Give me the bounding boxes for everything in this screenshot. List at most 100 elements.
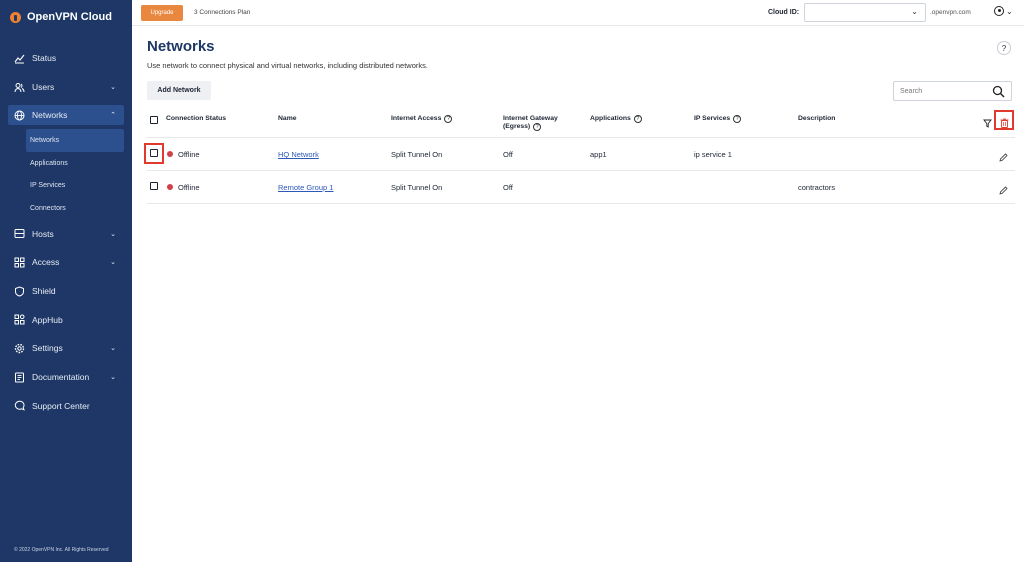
sidebar-item-label: Shield [32, 286, 56, 297]
cloud-id-label: Cloud ID: [768, 9, 800, 16]
status-text: Offline [178, 150, 200, 159]
brand-name: OpenVPN Cloud [27, 11, 112, 23]
sidebar-item-settings[interactable]: Settings ⌄ [0, 334, 132, 363]
shield-icon [14, 286, 25, 297]
chevron-down-icon: ⌄ [911, 7, 918, 16]
header-applications[interactable]: Applications? [590, 115, 642, 123]
sidebar-item-shield[interactable]: Shield [0, 277, 132, 306]
header-connection-status[interactable]: Connection Status [166, 115, 226, 123]
sidebar-item-networks[interactable]: Networks ⌃ [8, 105, 124, 126]
sidebar-item-label: Status [32, 53, 57, 64]
user-menu[interactable]: ⌄ [994, 6, 1013, 16]
sidebar-subitem-label: Applications [30, 159, 68, 167]
header-internet-access[interactable]: Internet Access? [391, 115, 453, 123]
header-description[interactable]: Description [798, 115, 835, 123]
add-network-button[interactable]: Add Network [147, 81, 211, 100]
network-name-link[interactable]: Remote Group 1 [278, 183, 333, 192]
sidebar-subitem-label: Networks [30, 137, 60, 145]
chevron-down-icon: ⌄ [110, 230, 116, 238]
search-placeholder: Search [900, 88, 923, 95]
sidebar-item-users[interactable]: Users ⌄ [0, 73, 132, 102]
grid-icon [14, 257, 25, 268]
sidebar-item-label: Documentation [32, 372, 90, 383]
sidebar-nav: Status Users ⌄ Networks ⌃ Networks Appli… [0, 44, 132, 420]
header-label: Internet Access [391, 115, 442, 122]
sidebar-subitem-label: Connectors [30, 204, 66, 212]
chevron-down-icon: ⌄ [110, 374, 116, 382]
sidebar-item-label: Support Center [32, 400, 90, 411]
delete-button-highlight[interactable] [994, 110, 1014, 130]
select-all-checkbox[interactable] [150, 116, 158, 124]
sidebar-item-label: Networks [32, 110, 68, 121]
header-name[interactable]: Name [278, 115, 297, 123]
gear-icon [14, 343, 25, 354]
sidebar-item-label: Settings [32, 343, 63, 354]
applications-value: app1 [590, 150, 607, 159]
sidebar-item-documentation[interactable]: Documentation ⌄ [0, 363, 132, 392]
upgrade-button[interactable]: Upgrade [141, 4, 183, 21]
globe-icon [14, 110, 25, 121]
search-icon[interactable] [992, 85, 1005, 103]
status-offline-dot [167, 184, 173, 190]
chevron-down-icon: ⌄ [110, 345, 116, 353]
sidebar-item-support-center[interactable]: Support Center [0, 392, 132, 421]
sidebar-subitem-applications[interactable]: Applications [0, 152, 132, 175]
help-icon[interactable]: ? [633, 115, 642, 123]
description-value: contractors [798, 183, 836, 192]
internet-access-value: Split Tunnel On [391, 150, 443, 159]
sidebar-subitem-networks[interactable]: Networks [26, 129, 124, 152]
sidebar-subitem-label: IP Services [30, 182, 66, 190]
table-row[interactable]: Offline HQ Network Split Tunnel On Off a… [144, 138, 1015, 171]
sidebar-item-apphub[interactable]: AppHub [0, 305, 132, 334]
filter-icon[interactable] [983, 115, 992, 133]
status-offline-dot [167, 151, 173, 157]
help-icon[interactable]: ? [733, 115, 742, 123]
sidebar-item-access[interactable]: Access ⌄ [0, 248, 132, 277]
apphub-icon [14, 314, 25, 325]
header-internet-gateway[interactable]: Internet Gateway (Egress)? [503, 115, 558, 131]
sidebar-item-status[interactable]: Status [0, 44, 132, 73]
sidebar-subitem-connectors[interactable]: Connectors [0, 197, 132, 220]
header-label: (Egress) [503, 123, 531, 130]
book-icon [14, 372, 25, 383]
copyright-text: © 2022 OpenVPN Inc. All Rights Reserved [14, 547, 109, 553]
status-text: Offline [178, 183, 200, 192]
sidebar-item-label: AppHub [32, 314, 63, 325]
table-header: Connection Status Name Internet Access? … [147, 108, 1015, 138]
search-input[interactable]: Search [893, 81, 1012, 101]
header-ip-services[interactable]: IP Services? [694, 115, 742, 123]
header-label: Applications [590, 115, 631, 122]
cloud-id-select[interactable]: ⌄ [804, 3, 926, 22]
sidebar-item-label: Access [32, 257, 60, 268]
page-subtitle: Use network to connect physical and virt… [147, 61, 428, 70]
chart-line-icon [14, 53, 25, 64]
table-row[interactable]: Offline Remote Group 1 Split Tunnel On O… [147, 171, 1015, 204]
row-checkbox-highlight[interactable] [144, 143, 164, 164]
header-label: Internet Gateway [503, 115, 558, 122]
help-icon[interactable]: ? [444, 115, 453, 123]
help-icon[interactable]: ? [997, 41, 1011, 55]
gateway-value: Off [503, 183, 513, 192]
users-icon [14, 82, 25, 93]
sidebar-item-hosts[interactable]: Hosts ⌄ [0, 219, 132, 248]
cloud-domain-suffix: .openvpn.com [930, 9, 971, 16]
help-icon[interactable]: ? [533, 123, 542, 131]
brand-logo[interactable]: OpenVPN Cloud [10, 11, 112, 23]
header-label: IP Services [694, 115, 731, 122]
sidebar-item-label: Users [32, 82, 55, 93]
edit-icon[interactable] [999, 182, 1008, 200]
network-name-link[interactable]: HQ Network [278, 150, 319, 159]
sidebar-subitem-ip-services[interactable]: IP Services [0, 174, 132, 197]
chevron-up-icon: ⌃ [110, 112, 116, 120]
openvpn-logo-icon [10, 11, 21, 23]
sidebar-item-label: Hosts [32, 228, 54, 239]
user-avatar-icon [994, 6, 1004, 16]
edit-icon[interactable] [999, 149, 1008, 167]
row-checkbox[interactable] [150, 149, 158, 157]
chat-icon [14, 400, 25, 412]
chevron-down-icon: ⌄ [110, 84, 116, 92]
trash-icon[interactable] [1000, 115, 1009, 133]
row-checkbox[interactable] [150, 182, 158, 190]
server-icon [14, 228, 25, 239]
ip-services-value: ip service 1 [694, 150, 732, 159]
